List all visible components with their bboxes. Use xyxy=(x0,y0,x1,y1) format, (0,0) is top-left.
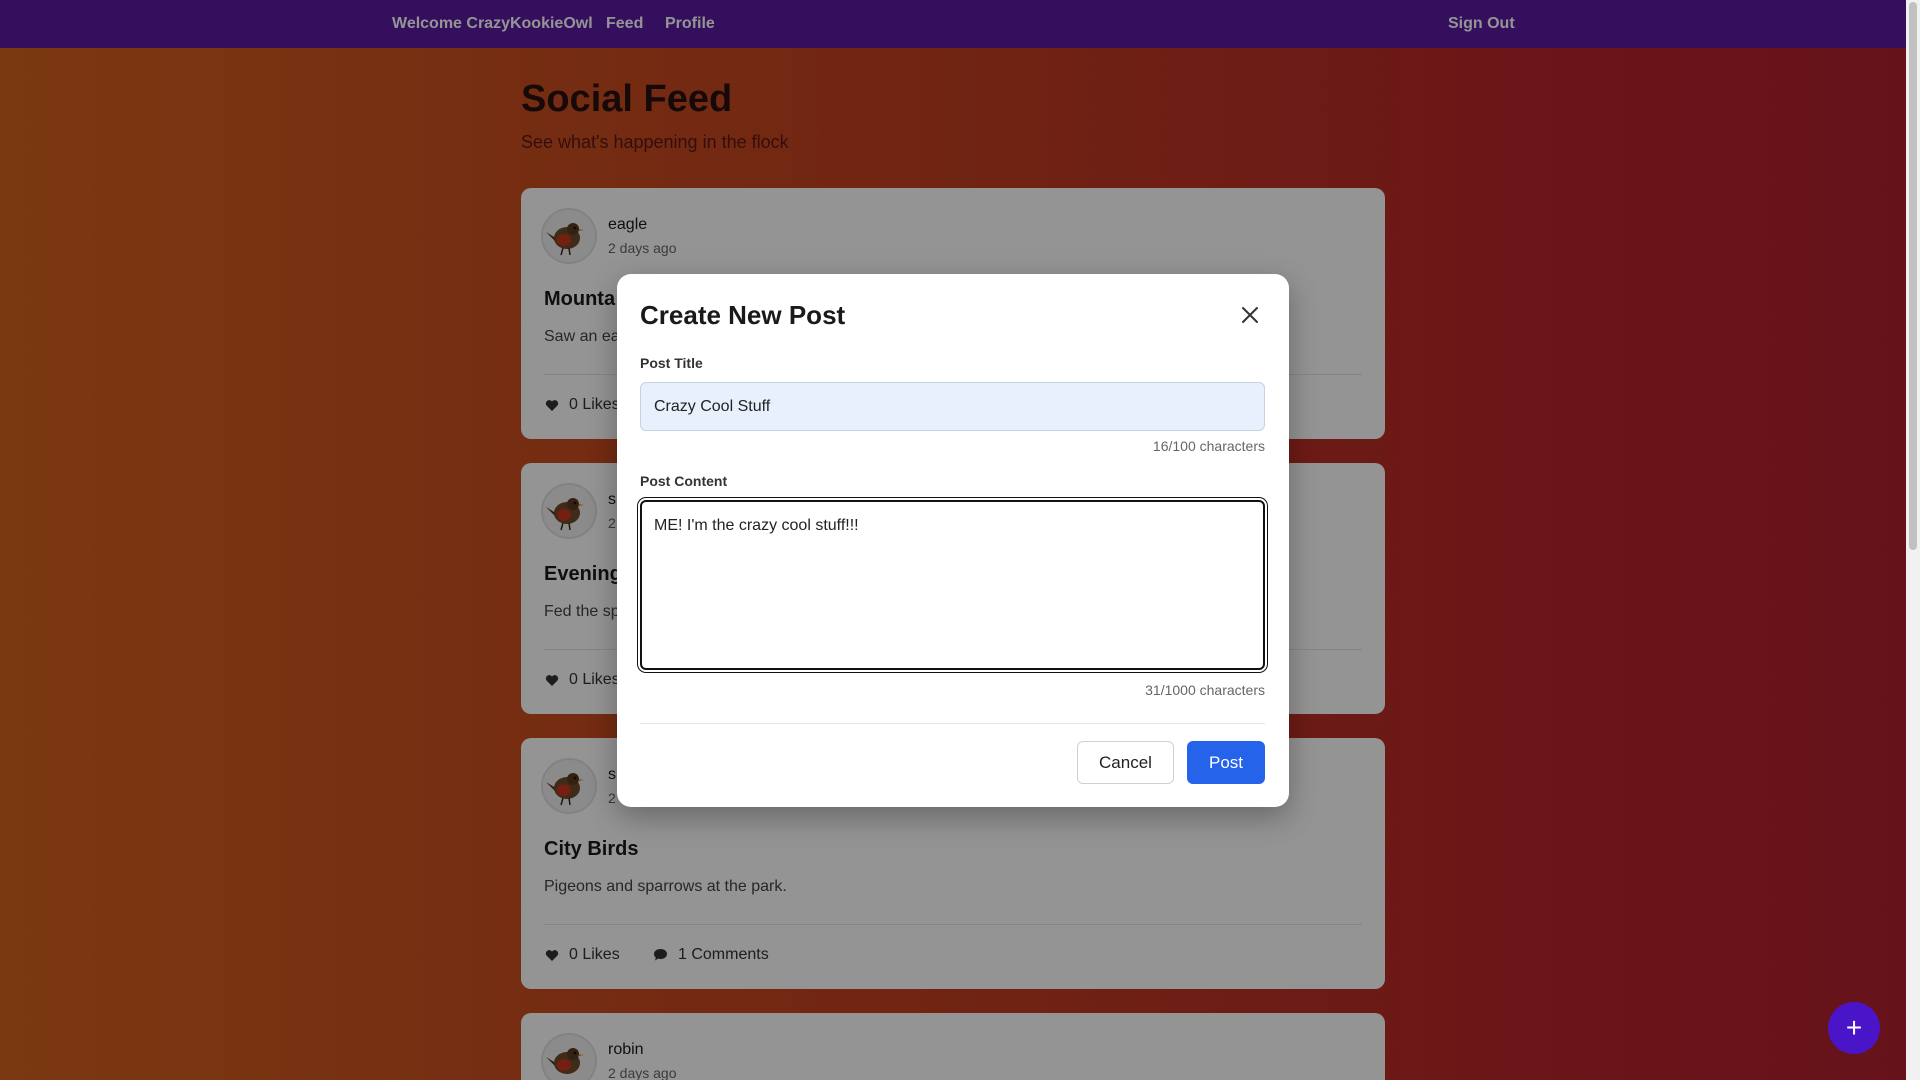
cancel-button[interactable]: Cancel xyxy=(1077,741,1174,784)
post-title-input[interactable] xyxy=(640,382,1265,431)
close-icon xyxy=(1242,307,1258,323)
close-button[interactable] xyxy=(1239,304,1261,326)
modal-divider xyxy=(640,723,1265,724)
create-post-fab[interactable]: + xyxy=(1828,1002,1880,1054)
modal-title: Create New Post xyxy=(640,300,846,330)
page-scrollbar[interactable] xyxy=(1906,0,1920,1080)
post-button[interactable]: Post xyxy=(1187,741,1265,784)
post-title-char-count: 16/100 characters xyxy=(1152,438,1265,454)
post-title-label: Post Title xyxy=(640,355,703,371)
post-content-char-count: 31/1000 characters xyxy=(1145,682,1265,698)
scrollbar-thumb[interactable] xyxy=(1909,2,1917,550)
post-content-textarea[interactable]: ME! I'm the crazy cool stuff!!! xyxy=(640,500,1265,670)
plus-icon: + xyxy=(1845,1012,1863,1043)
create-post-modal: Create New Post Post Title 16/100 charac… xyxy=(617,274,1289,807)
post-content-label: Post Content xyxy=(640,473,728,489)
